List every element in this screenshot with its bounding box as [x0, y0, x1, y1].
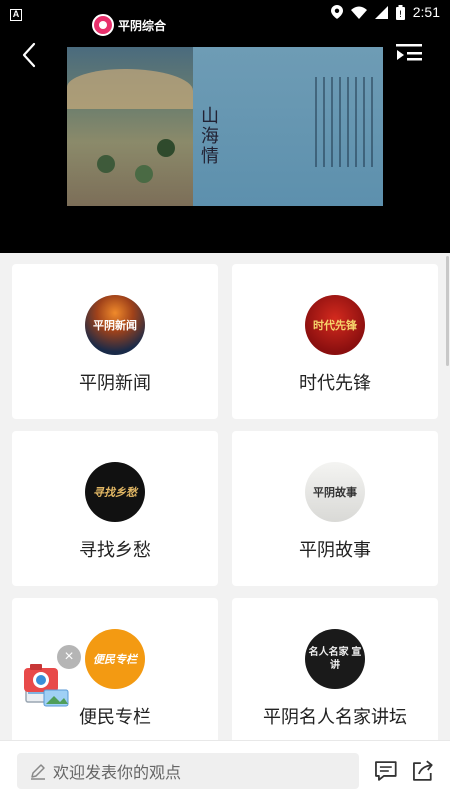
public-service-thumbnail: 便民专栏 [85, 629, 145, 689]
svg-text:!: ! [398, 10, 402, 20]
poem-panel: 山海情 [193, 47, 383, 206]
thumb-text: 平阴故事 [313, 486, 357, 499]
card-label: 便民专栏 [79, 707, 151, 727]
close-floating-button[interactable]: × [57, 645, 81, 669]
location-icon [330, 5, 343, 19]
pingyin-story-thumbnail: 平阴故事 [305, 462, 365, 522]
card-label: 平阴新闻 [79, 373, 151, 393]
video-frame[interactable]: 山海情 [67, 47, 383, 206]
pingyin-news-thumbnail: 平阴新闻 [85, 295, 145, 355]
era-pioneer-thumbnail: 时代先锋 [305, 295, 365, 355]
comment-placeholder: 欢迎发表你的观点 [53, 764, 182, 782]
comment-input[interactable]: 欢迎发表你的观点 [17, 752, 359, 789]
card-label: 寻找乡愁 [79, 540, 151, 560]
program-grid: 平阴新闻 平阴新闻 时代先锋 时代先锋 寻找乡愁 寻找乡愁 平阴故事 平阴故事 … [12, 264, 438, 753]
card-era-pioneer[interactable]: 时代先锋 时代先锋 [232, 264, 438, 419]
signal-icon [374, 5, 388, 19]
logo-icon [92, 14, 114, 36]
close-icon: × [64, 648, 74, 665]
pencil-icon [31, 763, 45, 780]
celebrity-lecture-thumbnail: 名人名家 宣讲 [305, 629, 365, 689]
card-pingyin-news[interactable]: 平阴新闻 平阴新闻 [12, 264, 218, 419]
battery-icon: ! [395, 4, 405, 20]
poem-lines [315, 77, 373, 167]
status-time: 2:51 [412, 4, 440, 20]
wifi-icon [350, 6, 367, 19]
card-label: 平阴名人名家讲坛 [263, 707, 407, 727]
video-player[interactable]: 山海情 平阴综合 [0, 0, 450, 253]
back-arrow-icon[interactable] [18, 40, 42, 70]
status-left: A [10, 4, 22, 21]
card-search-nostalgia[interactable]: 寻找乡愁 寻找乡愁 [12, 431, 218, 586]
comment-bar: 欢迎发表你的观点 [0, 740, 450, 800]
channel-logo: 平阴综合 [92, 14, 166, 36]
logo-text: 平阴综合 [118, 18, 167, 33]
card-label: 时代先锋 [299, 373, 371, 393]
playlist-icon[interactable] [396, 42, 422, 64]
share-icon[interactable] [410, 758, 436, 784]
status-bar: A ! 2:51 [0, 0, 450, 24]
video-title-text: 山海情 [201, 106, 219, 167]
thumb-text: 便民专栏 [93, 654, 137, 666]
card-celebrity-lecture[interactable]: 名人名家 宣讲 平阴名人名家讲坛 [232, 598, 438, 753]
search-nostalgia-thumbnail: 寻找乡愁 [85, 462, 145, 522]
card-label: 平阴故事 [299, 540, 371, 560]
scrollbar[interactable] [446, 256, 449, 366]
status-right: ! 2:51 [330, 4, 440, 20]
comment-icon[interactable] [373, 758, 399, 784]
card-pingyin-story[interactable]: 平阴故事 平阴故事 [232, 431, 438, 586]
landscape-painting [67, 47, 193, 206]
thumb-text: 名人名家 宣讲 [308, 647, 362, 671]
thumb-text: 时代先锋 [313, 320, 357, 332]
status-indicator: A [10, 8, 22, 21]
thumb-text: 寻找乡愁 [93, 486, 137, 499]
thumb-text: 平阴新闻 [93, 320, 137, 332]
